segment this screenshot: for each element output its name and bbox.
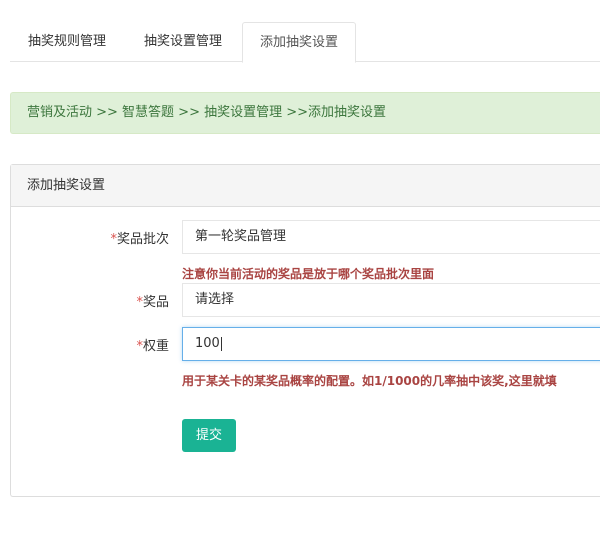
batch-select-value: 第一轮奖品管理	[195, 229, 287, 244]
tab-label: 添加抽奖设置	[259, 35, 338, 50]
tab-lottery-rules[interactable]: 抽奖规则管理	[10, 22, 124, 61]
weight-label-text: 权重	[142, 339, 169, 354]
panel-title: 添加抽奖设置	[11, 165, 600, 207]
weight-input-value: 100	[195, 336, 220, 351]
batch-help-text: 注意你当前活动的奖品是放于哪个奖品批次里面	[182, 267, 435, 281]
weight-input[interactable]: 100	[182, 327, 600, 361]
tab-lottery-settings[interactable]: 抽奖设置管理	[126, 22, 240, 61]
tab-label: 抽奖规则管理	[27, 34, 106, 49]
tab-label: 抽奖设置管理	[143, 34, 222, 49]
prize-select-value: 请选择	[195, 292, 235, 307]
weight-help-text: 用于某关卡的某奖品概率的配置。如1/1000的几率抽中该奖,这里就填	[182, 374, 557, 388]
breadcrumb: 营销及活动 >> 智慧答题 >> 抽奖设置管理 >>添加抽奖设置	[10, 92, 600, 134]
tab-add-lottery-setting[interactable]: 添加抽奖设置	[242, 22, 356, 63]
submit-button[interactable]: 提交	[182, 419, 236, 452]
batch-label-text: 奖品批次	[116, 232, 169, 247]
prize-label: *奖品	[19, 291, 169, 310]
breadcrumb-text: 营销及活动 >> 智慧答题 >> 抽奖设置管理 >>添加抽奖设置	[27, 105, 387, 120]
text-caret	[220, 336, 222, 351]
prize-label-text: 奖品	[142, 295, 169, 310]
batch-select[interactable]: 第一轮奖品管理	[182, 220, 600, 254]
prize-select[interactable]: 请选择	[182, 283, 600, 317]
batch-label: *奖品批次	[19, 228, 169, 247]
weight-label: *权重	[19, 335, 169, 354]
